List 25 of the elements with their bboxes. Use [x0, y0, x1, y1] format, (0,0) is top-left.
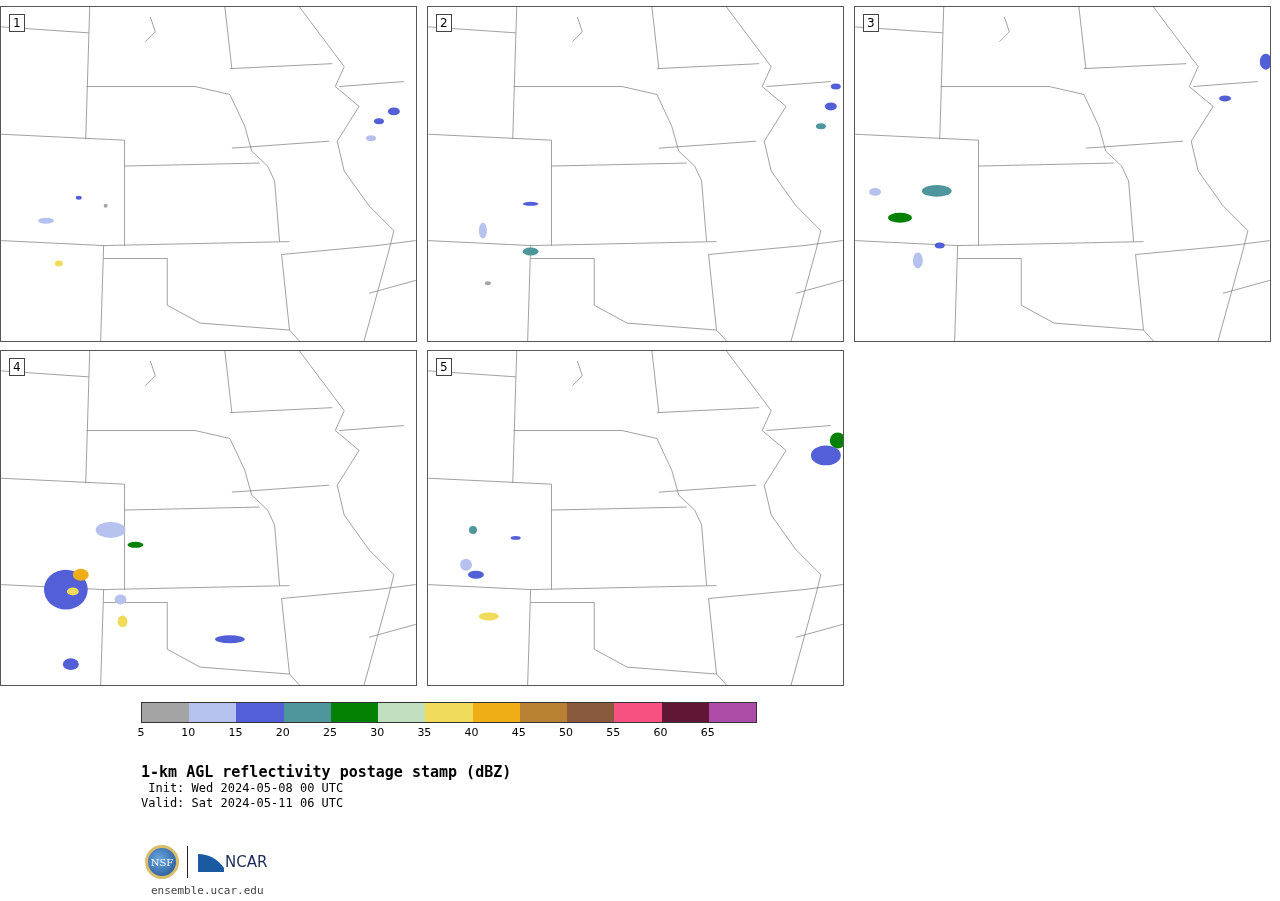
- tick-label: 25: [322, 726, 337, 739]
- valid-time: Valid: Sat 2024-05-11 06 UTC: [141, 796, 345, 811]
- nsf-logo: NSF: [145, 845, 179, 879]
- tick-label: 35: [417, 726, 432, 739]
- tick-label: 45: [511, 726, 526, 739]
- tick-label: 50: [559, 726, 574, 739]
- tick-label: 20: [275, 726, 290, 739]
- tick-label: 30: [370, 726, 385, 739]
- panel-number: 2: [436, 14, 452, 32]
- website-url: ensemble.ucar.edu: [151, 884, 265, 897]
- tick-label: 40: [464, 726, 479, 739]
- tick-label: 15: [228, 726, 243, 739]
- tick-label: 55: [606, 726, 621, 739]
- swoosh-icon: [198, 852, 224, 872]
- panel-number: 4: [9, 358, 25, 376]
- chart-title: 1-km AGL reflectivity postage stamp (dBZ): [141, 763, 513, 781]
- panel-number: 1: [9, 14, 25, 32]
- tick-label: 60: [653, 726, 668, 739]
- tick-label: 5: [137, 726, 145, 739]
- tick-label: 65: [700, 726, 715, 739]
- tick-label: 10: [181, 726, 196, 739]
- init-time: Init: Wed 2024-05-08 00 UTC: [147, 781, 345, 796]
- panel-number: 3: [863, 14, 879, 32]
- panel-number: 5: [436, 358, 452, 376]
- ncar-wordmark: NCAR: [225, 853, 268, 871]
